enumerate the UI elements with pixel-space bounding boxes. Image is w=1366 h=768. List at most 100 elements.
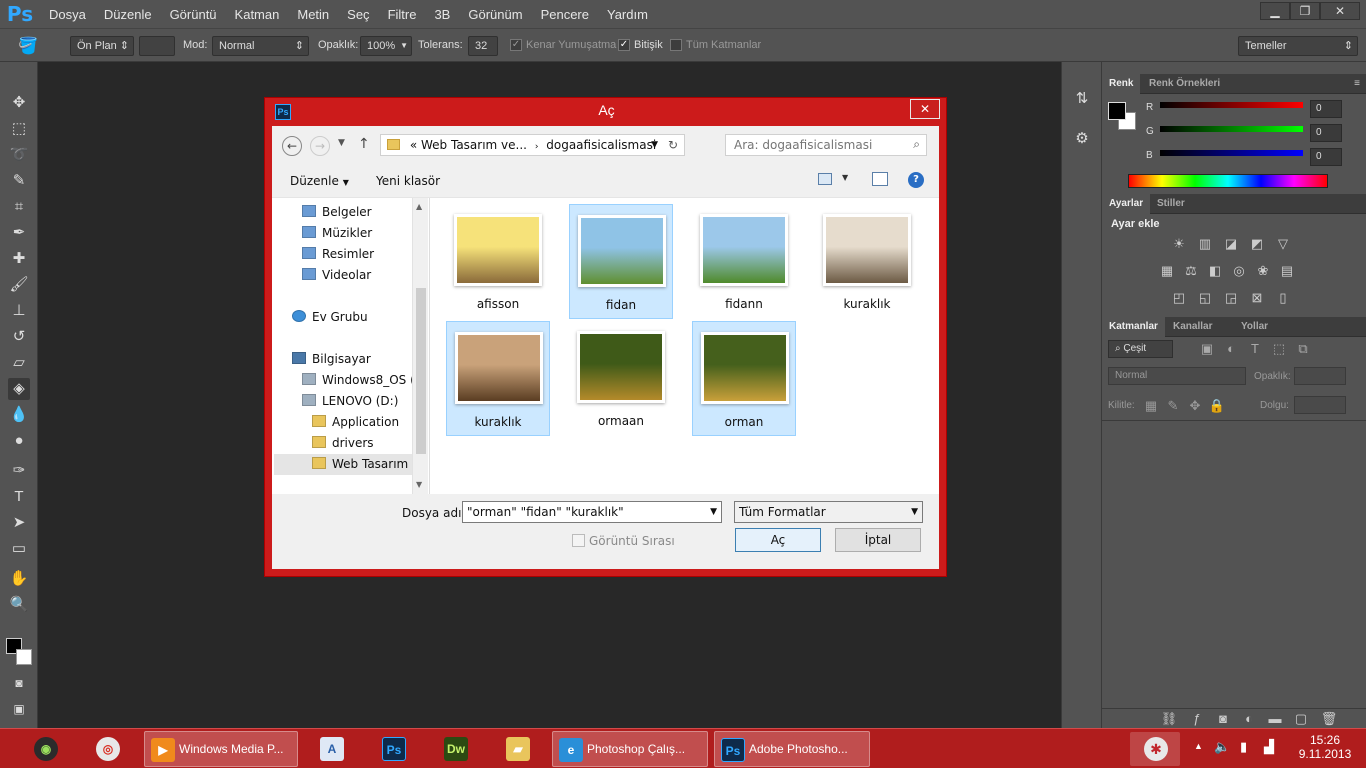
volume-icon[interactable]: 🔈 <box>1214 739 1230 755</box>
tray-expand-icon[interactable]: ▲ <box>1194 741 1203 751</box>
eraser-tool-icon[interactable]: ▱ <box>8 352 30 374</box>
new-adjustment-icon[interactable]: ◐ <box>1240 711 1258 727</box>
nav-item[interactable]: Bilgisayar <box>292 349 412 370</box>
file-item[interactable]: kuraklık <box>815 204 919 319</box>
notification-app-button[interactable]: ✱ <box>1130 732 1180 766</box>
search-box[interactable]: ⌕ <box>725 134 927 156</box>
history-panel-icon[interactable]: ⇅ <box>1071 88 1093 110</box>
path-parent[interactable]: Web Tasarım ve... <box>421 138 527 152</box>
posterize-icon[interactable]: ◱ <box>1196 290 1214 306</box>
curves-icon[interactable]: ◪ <box>1222 236 1240 252</box>
pattern-picker[interactable] <box>139 36 175 56</box>
nav-item[interactable]: Ev Grubu <box>292 307 412 328</box>
paint-bucket-tool-preset[interactable]: 🪣 <box>18 36 44 56</box>
levels-icon[interactable]: ▥ <box>1196 236 1214 252</box>
new-layer-icon[interactable]: ▢ <box>1292 711 1310 727</box>
forward-button[interactable]: → <box>310 136 330 156</box>
nav-item[interactable]: Application <box>312 412 412 433</box>
file-item[interactable]: orman <box>692 321 796 436</box>
vibrance-icon[interactable]: ▽ <box>1274 236 1292 252</box>
nav-item[interactable]: Müzikler <box>302 223 412 244</box>
rectangle-tool-icon[interactable]: ▭ <box>8 538 30 560</box>
cancel-button[interactable]: İptal <box>835 528 921 552</box>
menu-filtre[interactable]: Filtre <box>379 7 426 22</box>
menu-yardim[interactable]: Yardım <box>598 7 657 22</box>
up-button[interactable]: ↑ <box>358 136 370 152</box>
menu-duzenle[interactable]: Düzenle <box>95 7 161 22</box>
back-button[interactable]: ← <box>282 136 302 156</box>
g-slider[interactable] <box>1160 126 1303 132</box>
fill-source-select[interactable]: Ön Plan ⇕ <box>70 36 134 56</box>
gradient-map-icon[interactable]: ▯ <box>1274 290 1292 306</box>
tab-renk[interactable]: Renk <box>1102 74 1141 94</box>
panel-menu-icon[interactable]: ≡ <box>1347 74 1366 94</box>
opacity-input[interactable]: 100% ▼ <box>360 36 412 56</box>
move-tool-icon[interactable]: ✥ <box>8 92 30 114</box>
taskbar-app-button[interactable]: Dw <box>432 731 480 767</box>
refresh-icon[interactable]: ↻ <box>668 135 678 155</box>
color-spectrum[interactable] <box>1128 174 1328 188</box>
nav-item[interactable]: Web Tasarım v <box>274 454 412 475</box>
quick-select-tool-icon[interactable]: ✎ <box>8 170 30 192</box>
scroll-up-icon[interactable]: ▲ <box>416 202 422 211</box>
filename-input[interactable]: "orman" "fidan" "kuraklık" ▼ <box>462 501 722 523</box>
path-current[interactable]: dogaafisicalismasi <box>546 138 656 152</box>
path-overflow[interactable]: « <box>410 138 417 152</box>
battery-icon[interactable]: ▮ <box>1240 739 1247 755</box>
nav-item[interactable]: Videolar <box>302 265 412 286</box>
tab-stiller[interactable]: Stiller <box>1150 194 1192 214</box>
contiguous-checkbox[interactable]: ✓ Bitişik <box>618 39 663 52</box>
filter-type-icon[interactable]: T <box>1246 341 1264 357</box>
taskbar-app-button[interactable]: A <box>308 731 356 767</box>
history-brush-tool-icon[interactable]: ↺ <box>8 326 30 348</box>
recent-dropdown-icon[interactable]: ▼ <box>338 138 345 148</box>
view-options-icon[interactable] <box>818 173 832 185</box>
channel-mixer-icon[interactable]: ❀ <box>1254 263 1272 279</box>
menu-katman[interactable]: Katman <box>226 7 289 22</box>
exposure-icon[interactable]: ◩ <box>1248 236 1266 252</box>
nav-item[interactable]: drivers <box>312 433 412 454</box>
file-item[interactable]: afisson <box>446 204 550 319</box>
b-value[interactable]: 0 <box>1310 148 1342 166</box>
file-item[interactable]: kuraklık <box>446 321 550 436</box>
marquee-tool-icon[interactable]: ⬚ <box>8 118 30 140</box>
layer-fill-input[interactable] <box>1294 396 1346 414</box>
selective-color-icon[interactable]: ⊠ <box>1248 290 1266 306</box>
nav-item[interactable]: Belgeler <box>302 202 412 223</box>
tolerance-input[interactable]: 32 <box>468 36 498 56</box>
lock-pixels-icon[interactable]: ✎ <box>1164 398 1182 414</box>
hand-tool-icon[interactable]: ✋ <box>8 568 30 590</box>
lock-position-icon[interactable]: ✥ <box>1186 398 1204 414</box>
file-item[interactable]: fidan <box>569 204 673 319</box>
photo-filter-icon[interactable]: ◎ <box>1230 263 1248 279</box>
quick-mask-icon[interactable]: ◙ <box>8 672 30 694</box>
sequence-checkbox[interactable]: Görüntü Sırası <box>572 534 675 548</box>
menu-dosya[interactable]: Dosya <box>40 7 95 22</box>
filter-shape-icon[interactable]: ⬚ <box>1270 341 1288 357</box>
menu-metin[interactable]: Metin <box>288 7 338 22</box>
help-icon[interactable]: ? <box>908 172 924 188</box>
g-value[interactable]: 0 <box>1310 124 1342 142</box>
background-color-swatch[interactable] <box>16 649 32 665</box>
blur-tool-icon[interactable]: 💧 <box>8 404 30 426</box>
address-dropdown-icon[interactable]: ▼ <box>651 135 658 155</box>
filter-smart-icon[interactable]: ⧉ <box>1294 341 1312 357</box>
tab-kanallar[interactable]: Kanallar <box>1166 317 1219 337</box>
clock[interactable]: 15:26 9.11.2013 <box>1296 733 1354 761</box>
format-select[interactable]: Tüm Formatlar ▼ <box>734 501 923 523</box>
network-icon[interactable]: ▟ <box>1264 739 1274 755</box>
taskbar-app-button[interactable]: ◎ <box>84 731 132 767</box>
tab-ayarlar[interactable]: Ayarlar <box>1102 194 1151 214</box>
view-dropdown-icon[interactable]: ▼ <box>842 173 848 182</box>
menu-3b[interactable]: 3B <box>425 7 459 22</box>
restore-button[interactable]: ❐ <box>1290 2 1320 20</box>
open-button[interactable]: Aç <box>735 528 821 552</box>
color-fg-swatch[interactable] <box>1108 102 1126 120</box>
taskbar-app-button[interactable]: ▰ <box>494 731 542 767</box>
pen-tool-icon[interactable]: ✑ <box>8 460 30 482</box>
layer-filter-select[interactable]: ⌕ Çeşit <box>1108 340 1173 358</box>
path-select-tool-icon[interactable]: ➤ <box>8 512 30 534</box>
nav-scrollbar[interactable]: ▲ ▼ <box>412 198 428 494</box>
link-layers-icon[interactable]: ⛓ <box>1160 711 1178 727</box>
taskbar-app-button[interactable]: ◉ <box>22 731 70 767</box>
